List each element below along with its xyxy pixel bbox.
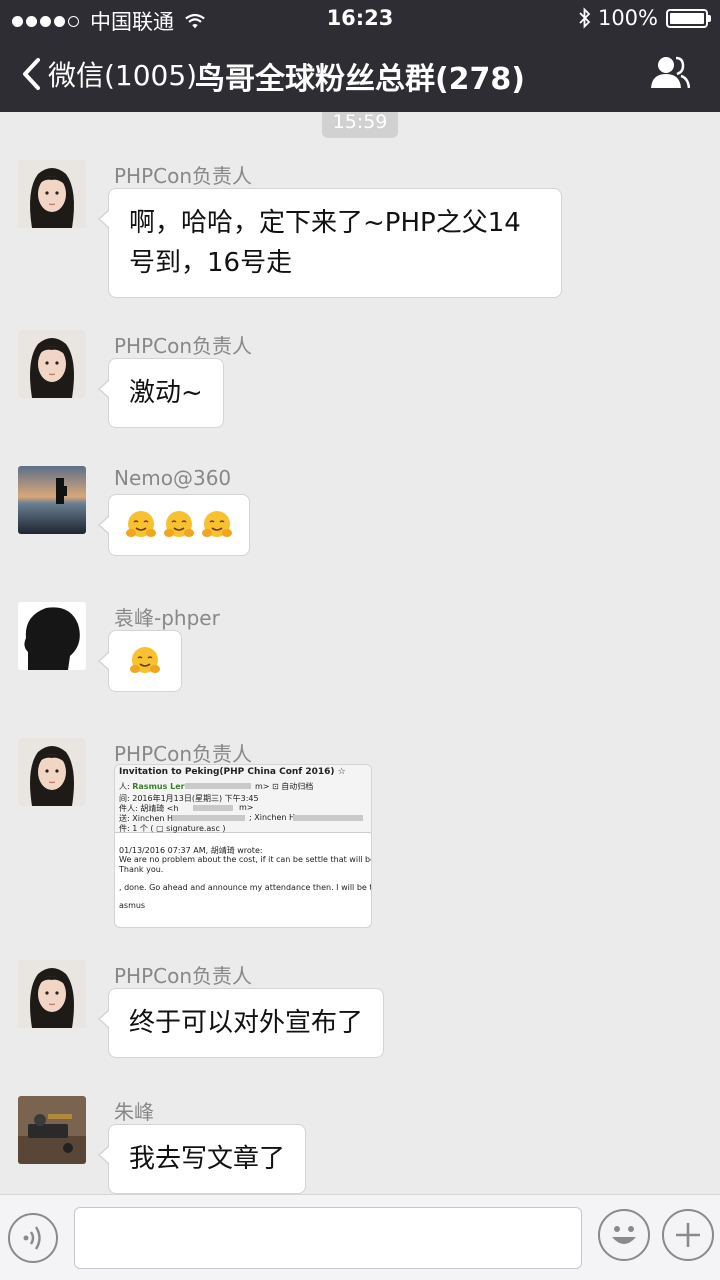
sender-name: 朱峰: [114, 1100, 154, 1124]
email-quote-line: We are no problem about the cost, if it …: [119, 855, 372, 864]
avatar[interactable]: [18, 1096, 86, 1164]
emoji-row: [129, 645, 161, 677]
image-message[interactable]: Invitation to Peking(PHP China Conf 2016…: [114, 764, 372, 928]
avatar[interactable]: [18, 738, 86, 806]
avatar[interactable]: [18, 466, 86, 534]
message-text: 我去写文章了: [129, 1144, 286, 1174]
message-text: 激动~: [129, 378, 203, 408]
sender-name: PHPCon负责人: [114, 164, 253, 188]
emoji-button[interactable]: [598, 1209, 650, 1261]
battery-percent: 100%: [597, 6, 658, 30]
message-bubble[interactable]: 啊，哈哈，定下来了~PHP之父14号到，16号走: [98, 188, 562, 298]
voice-input-button[interactable]: [8, 1213, 58, 1263]
email-signature: asmus: [119, 901, 146, 910]
email-quote-line: Thank you.: [119, 865, 164, 874]
sender-name: Nemo@360: [114, 466, 232, 490]
message-bubble[interactable]: [98, 630, 182, 692]
message-bubble[interactable]: [98, 494, 250, 556]
sender-name: 袁峰-phper: [114, 606, 220, 630]
battery-area: 100%: [578, 6, 711, 30]
plus-icon: [676, 1223, 700, 1247]
message-bubble[interactable]: 终于可以对外宣布了: [97, 988, 385, 1058]
email-attachment: 件: 1 个 ( ▢ signature.asc ): [119, 824, 226, 833]
sender-name: PHPCon负责人: [114, 334, 253, 358]
message-bubble[interactable]: 我去写文章了: [97, 1124, 307, 1194]
navigation-bar: 微信(1005) 鸟哥全球粉丝总群(278): [0, 38, 720, 112]
smiley-icon: [612, 1226, 636, 1244]
hugging-face-emoji-icon: [130, 647, 160, 673]
input-bar: [0, 1194, 720, 1280]
hugging-face-emoji-icon: [202, 511, 232, 537]
email-subject: Invitation to Peking(PHP China Conf 2016…: [119, 767, 346, 777]
group-info-icon[interactable]: [650, 54, 690, 90]
avatar[interactable]: [18, 330, 86, 398]
bluetooth-icon: [579, 7, 591, 29]
voice-icon: [23, 1226, 41, 1250]
email-from-suffix: m> ⊡ 自动归档: [255, 782, 314, 791]
message-text: 终于可以对外宣布了: [129, 1008, 364, 1038]
message-input[interactable]: [74, 1207, 582, 1269]
message-bubble[interactable]: 激动~: [98, 358, 224, 428]
time-divider: 15:59: [322, 112, 398, 138]
status-bar: 中国联通 16:23 100%: [0, 0, 720, 38]
email-to-suffix: m>: [239, 803, 254, 812]
top-bar: 中国联通 16:23 100% 微信(1005) 鸟哥全球粉丝总群(278): [0, 0, 720, 112]
avatar[interactable]: [18, 602, 86, 670]
sender-name: PHPCon负责人: [114, 742, 253, 766]
message-text: 啊，哈哈，定下来了~PHP之父14号到，16号走: [129, 208, 521, 278]
emoji-row: [125, 509, 233, 541]
sender-name: PHPCon负责人: [114, 964, 253, 988]
email-reply-line: , done. Go ahead and announce my attenda…: [119, 883, 372, 892]
avatar[interactable]: [18, 960, 86, 1028]
avatar[interactable]: [18, 160, 86, 228]
hugging-face-emoji-icon: [164, 511, 194, 537]
chat-title: 鸟哥全球粉丝总群(278): [194, 62, 526, 97]
message-list[interactable]: 15:59 PHPCon负责人 啊，哈哈，定下来了~PHP之父14号到，16号走: [0, 112, 720, 1194]
hugging-face-emoji-icon: [126, 511, 156, 537]
more-button[interactable]: [662, 1209, 714, 1261]
battery-icon: [666, 8, 711, 28]
